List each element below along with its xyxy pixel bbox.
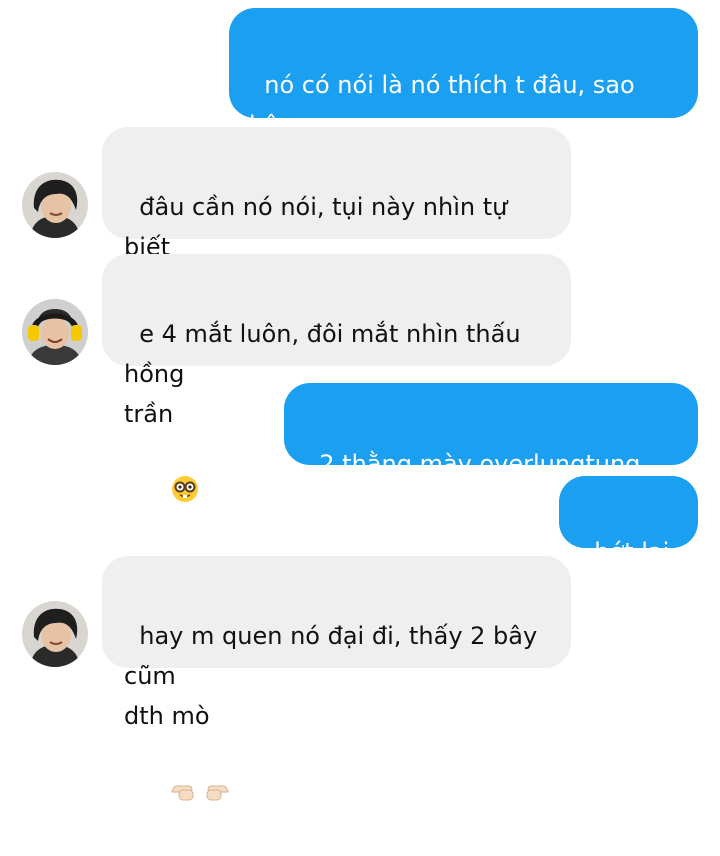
outgoing-message[interactable]: bớt lại đi	[559, 476, 698, 606]
incoming-message[interactable]: hay m quen nó đại đi, thấy 2 bây cũm dth…	[102, 556, 571, 801]
incoming-message[interactable]: đâu cần nó nói, tụi này nhìn tự biết mà	[102, 127, 571, 301]
outgoing-message[interactable]: 2 thằng mày overlungtung thì có	[284, 383, 698, 518]
nerd-face-emoji	[139, 434, 200, 556]
pointing-fingers-emoji	[139, 736, 230, 856]
user-avatar-icon[interactable]	[22, 601, 88, 667]
user-avatar-headphones-icon[interactable]	[22, 299, 88, 365]
message-text: bớt lại đi	[579, 538, 677, 606]
outgoing-message[interactable]: nó có nói là nó thích t đâu, sao bây cứ …	[229, 8, 698, 179]
message-text: hay m quen nó đại đi, thấy 2 bây cũm dth…	[124, 622, 538, 730]
incoming-message[interactable]: e 4 mắt luôn, đôi mắt nhìn thấu hồng trầ…	[102, 254, 571, 502]
user-avatar-icon[interactable]	[22, 172, 88, 238]
